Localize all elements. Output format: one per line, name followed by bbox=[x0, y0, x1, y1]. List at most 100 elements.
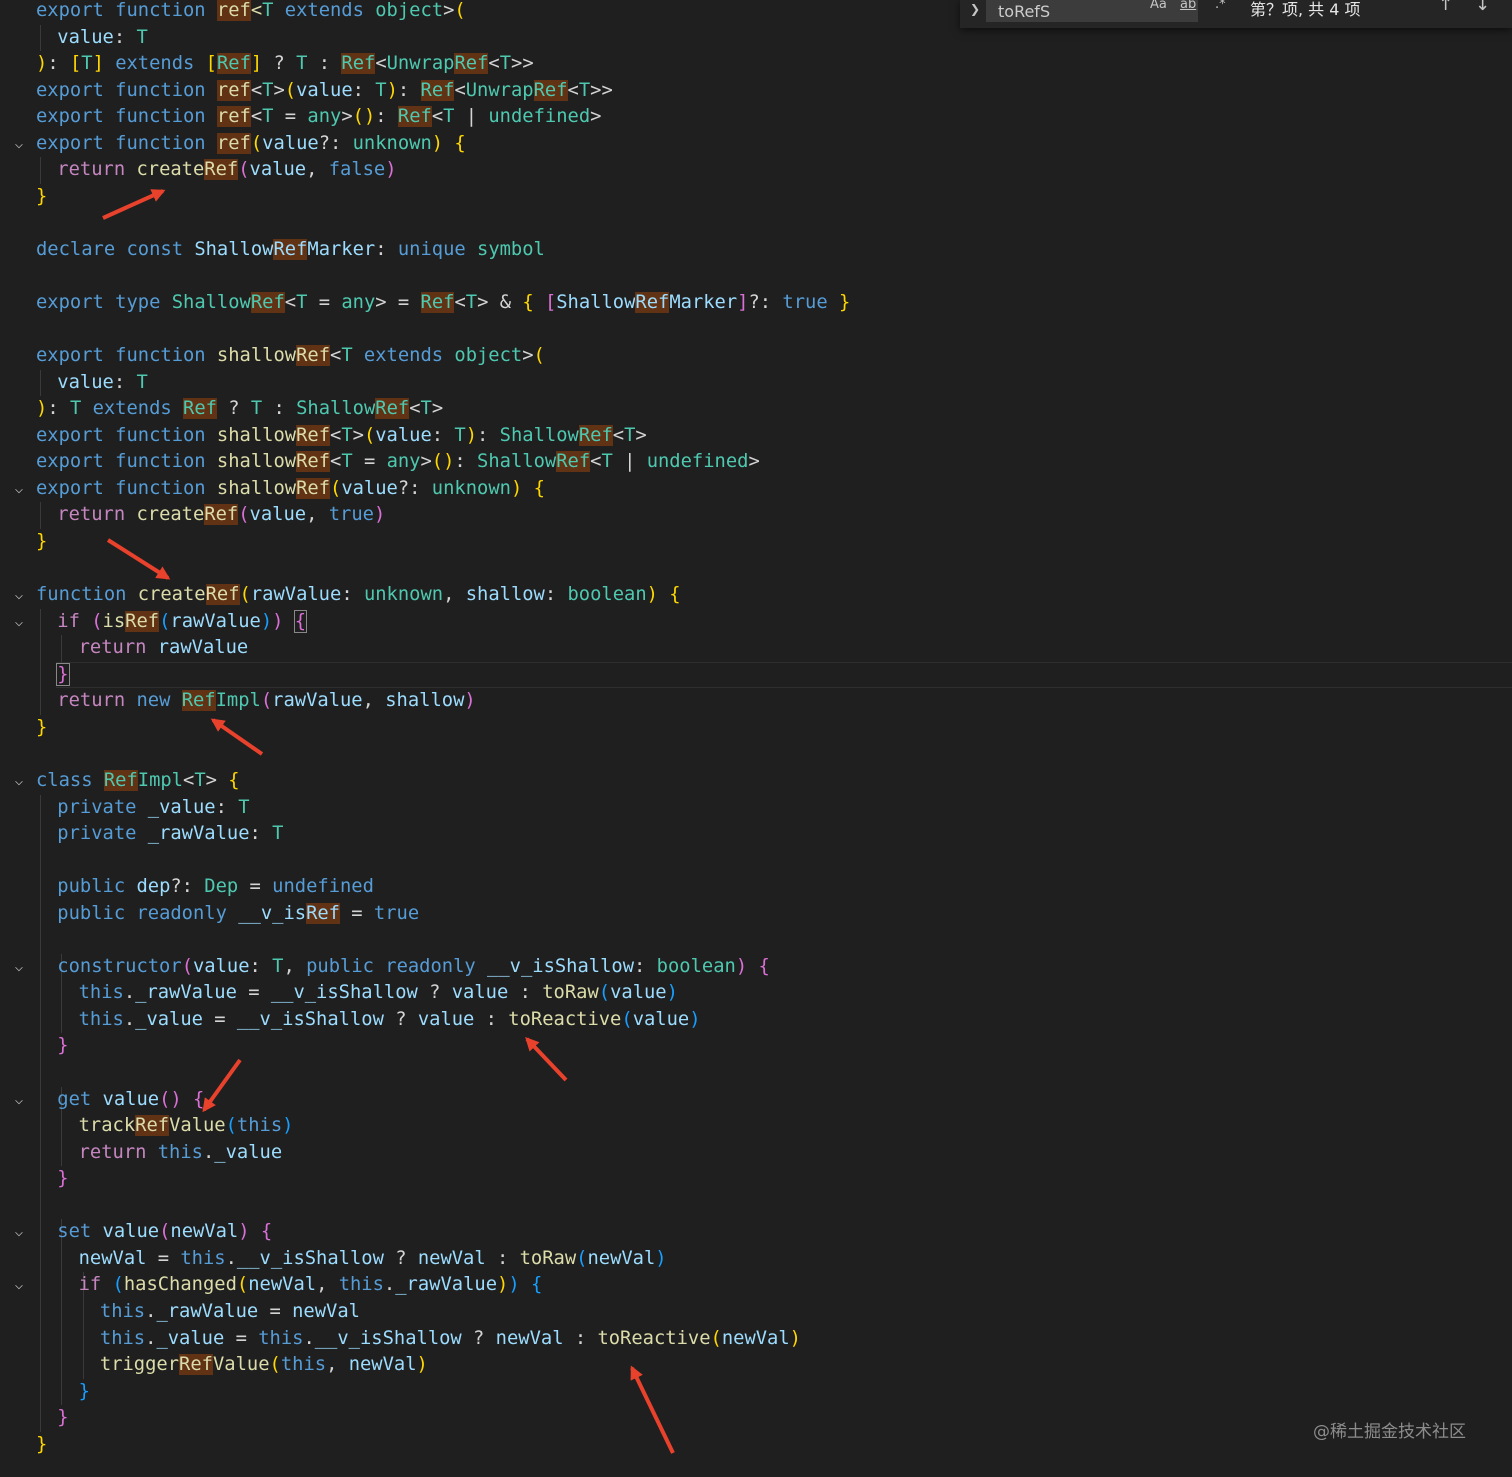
fold-chevron-icon[interactable]: ⌵ bbox=[10, 956, 28, 978]
match-case-icon[interactable]: Aa bbox=[1150, 0, 1167, 12]
code-line[interactable]: value: T bbox=[0, 370, 1512, 396]
code-token: . bbox=[202, 1141, 215, 1163]
code-line[interactable]: trackRefValue(this) bbox=[0, 1113, 1512, 1139]
code-line[interactable]: } bbox=[0, 529, 1512, 555]
code-line[interactable] bbox=[0, 1060, 1512, 1086]
code-token: rawValue bbox=[272, 690, 363, 712]
code-token: ) bbox=[508, 1274, 531, 1296]
code-text: triggerRefValue(this, newVal) bbox=[100, 1352, 428, 1378]
code-line[interactable]: this._rawValue = newVal bbox=[0, 1299, 1512, 1325]
code-line[interactable]: public dep?: Dep = undefined bbox=[0, 874, 1512, 900]
code-line[interactable]: ⌵ function createRef(rawValue: unknown, s… bbox=[0, 582, 1512, 608]
code-line[interactable]: ⌵ export function ref(value?: unknown) { bbox=[0, 131, 1512, 157]
code-line[interactable] bbox=[0, 927, 1512, 953]
code-line[interactable]: private _value: T bbox=[0, 795, 1512, 821]
code-token: { bbox=[228, 769, 240, 791]
code-line[interactable]: public readonly __v_isRef = true bbox=[0, 901, 1512, 927]
search-match: Ref bbox=[420, 79, 455, 101]
code-text: return this._value bbox=[79, 1140, 283, 1166]
code-token: _rawValue bbox=[147, 823, 250, 845]
code-line[interactable]: private _rawValue: T bbox=[0, 821, 1512, 847]
fold-chevron-icon[interactable]: ⌵ bbox=[10, 611, 28, 633]
code-line[interactable]: ⌵ set value(newVal) { bbox=[0, 1219, 1512, 1245]
code-line[interactable]: export function shallowRef<T>(value: T):… bbox=[0, 423, 1512, 449]
code-line[interactable]: this._value = this.__v_isShallow ? newVa… bbox=[0, 1326, 1512, 1352]
code-token: shallow bbox=[216, 451, 297, 473]
code-token: set bbox=[57, 1221, 103, 1243]
code-line[interactable]: } bbox=[0, 1432, 1512, 1458]
code-line[interactable]: ⌵ export function shallowRef(value?: unkn… bbox=[0, 476, 1512, 502]
code-token: , bbox=[306, 159, 329, 181]
code-editor[interactable]: export function ref<T extends object>(va… bbox=[0, 0, 1512, 1477]
code-line[interactable]: } bbox=[0, 661, 1512, 688]
fold-chevron-icon[interactable]: ⌵ bbox=[10, 1274, 28, 1296]
search-match: Ref bbox=[296, 345, 330, 367]
code-token: < bbox=[454, 292, 466, 314]
code-line[interactable]: return createRef(value, false) bbox=[0, 157, 1512, 183]
fold-chevron-icon[interactable]: ⌵ bbox=[10, 1221, 28, 1243]
code-line[interactable]: } bbox=[0, 1379, 1512, 1405]
code-token: function bbox=[36, 584, 138, 606]
code-line[interactable]: ): T extends Ref ? T : ShallowRef<T> bbox=[0, 396, 1512, 422]
code-line[interactable]: ⌵ constructor(value: T, public readonly _… bbox=[0, 954, 1512, 980]
code-line[interactable] bbox=[0, 741, 1512, 767]
code-line[interactable] bbox=[0, 317, 1512, 343]
code-token: : bbox=[215, 796, 239, 818]
code-line[interactable]: return rawValue bbox=[0, 635, 1512, 661]
code-line[interactable]: ⌵ if (isRef(rawValue)) { bbox=[0, 609, 1512, 635]
code-line[interactable]: return createRef(value, true) bbox=[0, 502, 1512, 528]
code-line[interactable] bbox=[0, 210, 1512, 236]
code-line[interactable]: } bbox=[0, 715, 1512, 741]
code-token: export bbox=[36, 451, 116, 473]
fold-chevron-icon[interactable]: ⌵ bbox=[10, 478, 28, 500]
code-line[interactable] bbox=[0, 556, 1512, 582]
code-token: ( bbox=[238, 504, 250, 526]
code-token: boolean bbox=[567, 584, 647, 606]
code-token: : bbox=[474, 1008, 509, 1030]
code-line[interactable]: export function shallowRef<T = any>(): S… bbox=[0, 449, 1512, 475]
fold-chevron-icon[interactable]: ⌵ bbox=[10, 584, 28, 606]
code-line[interactable]: } bbox=[0, 184, 1512, 210]
code-line[interactable]: export function ref<T = any>(): Ref<T | … bbox=[0, 104, 1512, 130]
code-line[interactable]: ⌵ if (hasChanged(newVal, this._rawValue))… bbox=[0, 1272, 1512, 1298]
code-line[interactable]: return this._value bbox=[0, 1140, 1512, 1166]
code-token: ) bbox=[373, 504, 386, 526]
code-line[interactable]: } bbox=[0, 1033, 1512, 1059]
code-line[interactable]: triggerRefValue(this, newVal) bbox=[0, 1352, 1512, 1378]
code-token: this bbox=[236, 1115, 283, 1137]
code-token: ? bbox=[383, 1247, 418, 1269]
fold-chevron-icon[interactable]: ⌵ bbox=[10, 1089, 28, 1111]
code-line[interactable]: } bbox=[0, 1166, 1512, 1192]
code-line[interactable]: declare const ShallowRefMarker: unique s… bbox=[0, 237, 1512, 263]
code-line[interactable] bbox=[0, 1193, 1512, 1219]
code-line[interactable]: this._value = __v_isShallow ? value : to… bbox=[0, 1007, 1512, 1033]
code-line[interactable]: export function ref<T>(value: T): Ref<Un… bbox=[0, 78, 1512, 104]
previous-match-icon[interactable]: ↑ bbox=[1438, 0, 1453, 15]
code-line[interactable]: export type ShallowRef<T = any> = Ref<T>… bbox=[0, 290, 1512, 316]
code-line[interactable]: this._rawValue = __v_isShallow ? value :… bbox=[0, 980, 1512, 1006]
code-token: value bbox=[341, 477, 398, 499]
whole-word-icon[interactable]: ab bbox=[1180, 0, 1196, 12]
code-line[interactable]: ): [T] extends [Ref] ? T : Ref<UnwrapRef… bbox=[0, 51, 1512, 77]
code-line[interactable]: ⌵ get value() { bbox=[0, 1087, 1512, 1113]
code-line[interactable]: ⌵ class RefImpl<T> { bbox=[0, 768, 1512, 794]
code-token: = bbox=[339, 902, 374, 924]
toggle-replace-icon[interactable]: ❯ bbox=[970, 2, 980, 16]
code-token: ? bbox=[417, 982, 452, 1004]
code-token: hasChanged bbox=[123, 1274, 237, 1296]
code-line[interactable] bbox=[0, 264, 1512, 290]
code-line[interactable]: return new RefImpl(rawValue, shallow) bbox=[0, 688, 1512, 714]
code-line[interactable]: } bbox=[0, 1405, 1512, 1431]
code-token: toRaw bbox=[519, 1247, 577, 1269]
fold-chevron-icon[interactable]: ⌵ bbox=[10, 133, 28, 155]
code-token: , bbox=[362, 690, 386, 712]
code-line[interactable] bbox=[0, 848, 1512, 874]
next-match-icon[interactable]: ↓ bbox=[1475, 0, 1490, 15]
code-text: } bbox=[36, 529, 47, 555]
code-line[interactable]: value: T bbox=[0, 25, 1512, 51]
code-line[interactable]: newVal = this.__v_isShallow ? newVal : t… bbox=[0, 1246, 1512, 1272]
code-token: : bbox=[352, 79, 376, 101]
fold-chevron-icon[interactable]: ⌵ bbox=[10, 770, 28, 792]
regex-icon[interactable]: .* bbox=[1215, 0, 1226, 12]
code-line[interactable]: export function shallowRef<T extends obj… bbox=[0, 343, 1512, 369]
